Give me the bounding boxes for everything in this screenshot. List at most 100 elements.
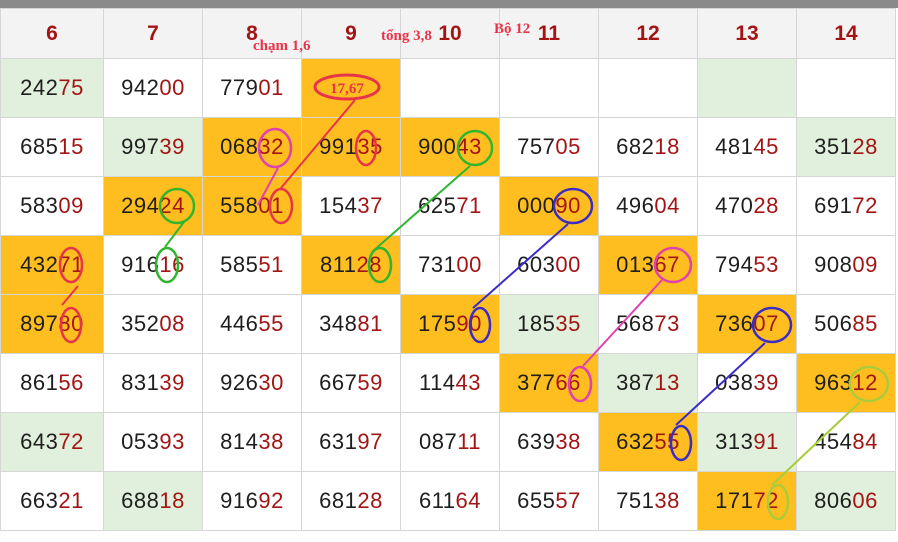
table-cell bbox=[697, 58, 797, 118]
number-prefix: 908 bbox=[814, 252, 853, 277]
number-prefix: 387 bbox=[616, 370, 655, 395]
number-suffix: 72 bbox=[58, 429, 84, 454]
table-cell: 68515 bbox=[0, 117, 104, 177]
number-suffix: 00 bbox=[555, 252, 581, 277]
number-suffix: 35 bbox=[555, 311, 581, 336]
number-suffix: 90 bbox=[555, 193, 581, 218]
number-suffix: 12 bbox=[852, 370, 878, 395]
table-cell: 56873 bbox=[598, 294, 698, 354]
number-prefix: 688 bbox=[121, 488, 160, 513]
number-prefix: 736 bbox=[715, 311, 754, 336]
number-prefix: 568 bbox=[616, 311, 655, 336]
number-prefix: 643 bbox=[20, 429, 59, 454]
table-cell: 44655 bbox=[202, 294, 302, 354]
table-cell: 58309 bbox=[0, 176, 104, 236]
number-suffix: 90 bbox=[456, 311, 482, 336]
number-prefix: 916 bbox=[121, 252, 160, 277]
number-prefix: 351 bbox=[814, 134, 853, 159]
number-prefix: 454 bbox=[814, 429, 853, 454]
number-prefix: 667 bbox=[319, 370, 358, 395]
number-prefix: 038 bbox=[715, 370, 754, 395]
number-prefix: 916 bbox=[220, 488, 259, 513]
number-suffix: 37 bbox=[357, 193, 383, 218]
column-header: 12 bbox=[598, 8, 698, 59]
lottery-grid: 6 7 8 9 10 11 12 13 14 24275 94200 77901 68… bbox=[0, 8, 896, 531]
number-suffix: 13 bbox=[654, 370, 680, 395]
table-cell: 89780 bbox=[0, 294, 104, 354]
number-prefix: 611 bbox=[418, 488, 456, 513]
table-cell: 63938 bbox=[499, 412, 599, 472]
number-prefix: 603 bbox=[517, 252, 556, 277]
number-suffix: 38 bbox=[654, 488, 680, 513]
column-header: 10 bbox=[400, 8, 500, 59]
column-header: 13 bbox=[697, 8, 797, 59]
table-cell: 00090 bbox=[499, 176, 599, 236]
number-prefix: 185 bbox=[517, 311, 556, 336]
number-prefix: 432 bbox=[20, 252, 59, 277]
number-suffix: 67 bbox=[654, 252, 680, 277]
number-suffix: 51 bbox=[258, 252, 284, 277]
column-header: 8 bbox=[202, 8, 302, 59]
number-prefix: 997 bbox=[121, 134, 160, 159]
table-cell: 63255 bbox=[598, 412, 698, 472]
table-cell: 99739 bbox=[103, 117, 203, 177]
number-suffix: 64 bbox=[455, 488, 482, 513]
number-suffix: 07 bbox=[753, 311, 779, 336]
table-cell: 73607 bbox=[697, 294, 797, 354]
number-prefix: 757 bbox=[517, 134, 556, 159]
number-suffix: 71 bbox=[456, 193, 482, 218]
number-prefix: 377 bbox=[517, 370, 556, 395]
table-cell: 34881 bbox=[301, 294, 401, 354]
number-prefix: 900 bbox=[418, 134, 457, 159]
table-row: 43271 91616 58551 81128 73100 60300 01367 79453… bbox=[0, 235, 896, 295]
column-header: 7 bbox=[103, 8, 203, 59]
table-cell bbox=[400, 58, 500, 118]
number-suffix: 71 bbox=[58, 252, 84, 277]
number-prefix: 631 bbox=[319, 429, 358, 454]
table-cell: 65557 bbox=[499, 471, 599, 531]
number-suffix: 28 bbox=[753, 193, 779, 218]
number-prefix: 446 bbox=[220, 311, 259, 336]
table-cell: 73100 bbox=[400, 235, 500, 295]
number-suffix: 39 bbox=[159, 134, 185, 159]
table-row: 64372 05393 81438 63197 08711 63938 63255 31391… bbox=[0, 412, 896, 472]
number-suffix: 43 bbox=[455, 370, 482, 395]
table-cell: 81438 bbox=[202, 412, 302, 472]
table-cell: 63197 bbox=[301, 412, 401, 472]
number-suffix: 43 bbox=[456, 134, 482, 159]
number-suffix: 09 bbox=[58, 193, 84, 218]
table-cell: 35208 bbox=[103, 294, 203, 354]
table-cell: 47028 bbox=[697, 176, 797, 236]
number-prefix: 814 bbox=[220, 429, 259, 454]
number-prefix: 068 bbox=[220, 134, 259, 159]
table-cell: 77901 bbox=[202, 58, 302, 118]
table-cell: 08711 bbox=[400, 412, 500, 472]
number-suffix: 72 bbox=[852, 193, 878, 218]
number-prefix: 171 bbox=[715, 488, 754, 513]
number-suffix: 59 bbox=[357, 370, 383, 395]
table-row: 58309 29424 55801 15437 62571 00090 49604 47028… bbox=[0, 176, 896, 236]
table-cell: 66321 bbox=[0, 471, 104, 531]
number-suffix: 08 bbox=[159, 311, 185, 336]
table-cell bbox=[598, 58, 698, 118]
number-prefix: 496 bbox=[616, 193, 655, 218]
table-cell: 62571 bbox=[400, 176, 500, 236]
number-suffix: 35 bbox=[357, 134, 383, 159]
table-cell: 24275 bbox=[0, 58, 104, 118]
number-prefix: 811 bbox=[319, 252, 357, 277]
number-prefix: 655 bbox=[517, 488, 556, 513]
column-header: 14 bbox=[796, 8, 896, 59]
number-suffix: 75 bbox=[58, 75, 84, 100]
table-cell: 48145 bbox=[697, 117, 797, 177]
number-prefix: 991 bbox=[319, 134, 358, 159]
number-suffix: 57 bbox=[555, 488, 581, 513]
table-cell: 68818 bbox=[103, 471, 203, 531]
table-cell bbox=[499, 58, 599, 118]
table-cell: 01367 bbox=[598, 235, 698, 295]
top-bar bbox=[0, 0, 898, 8]
number-prefix: 691 bbox=[814, 193, 853, 218]
column-header: 9 bbox=[301, 8, 401, 59]
number-prefix: 114 bbox=[418, 370, 456, 395]
number-suffix: 91 bbox=[753, 429, 779, 454]
number-prefix: 861 bbox=[20, 370, 59, 395]
